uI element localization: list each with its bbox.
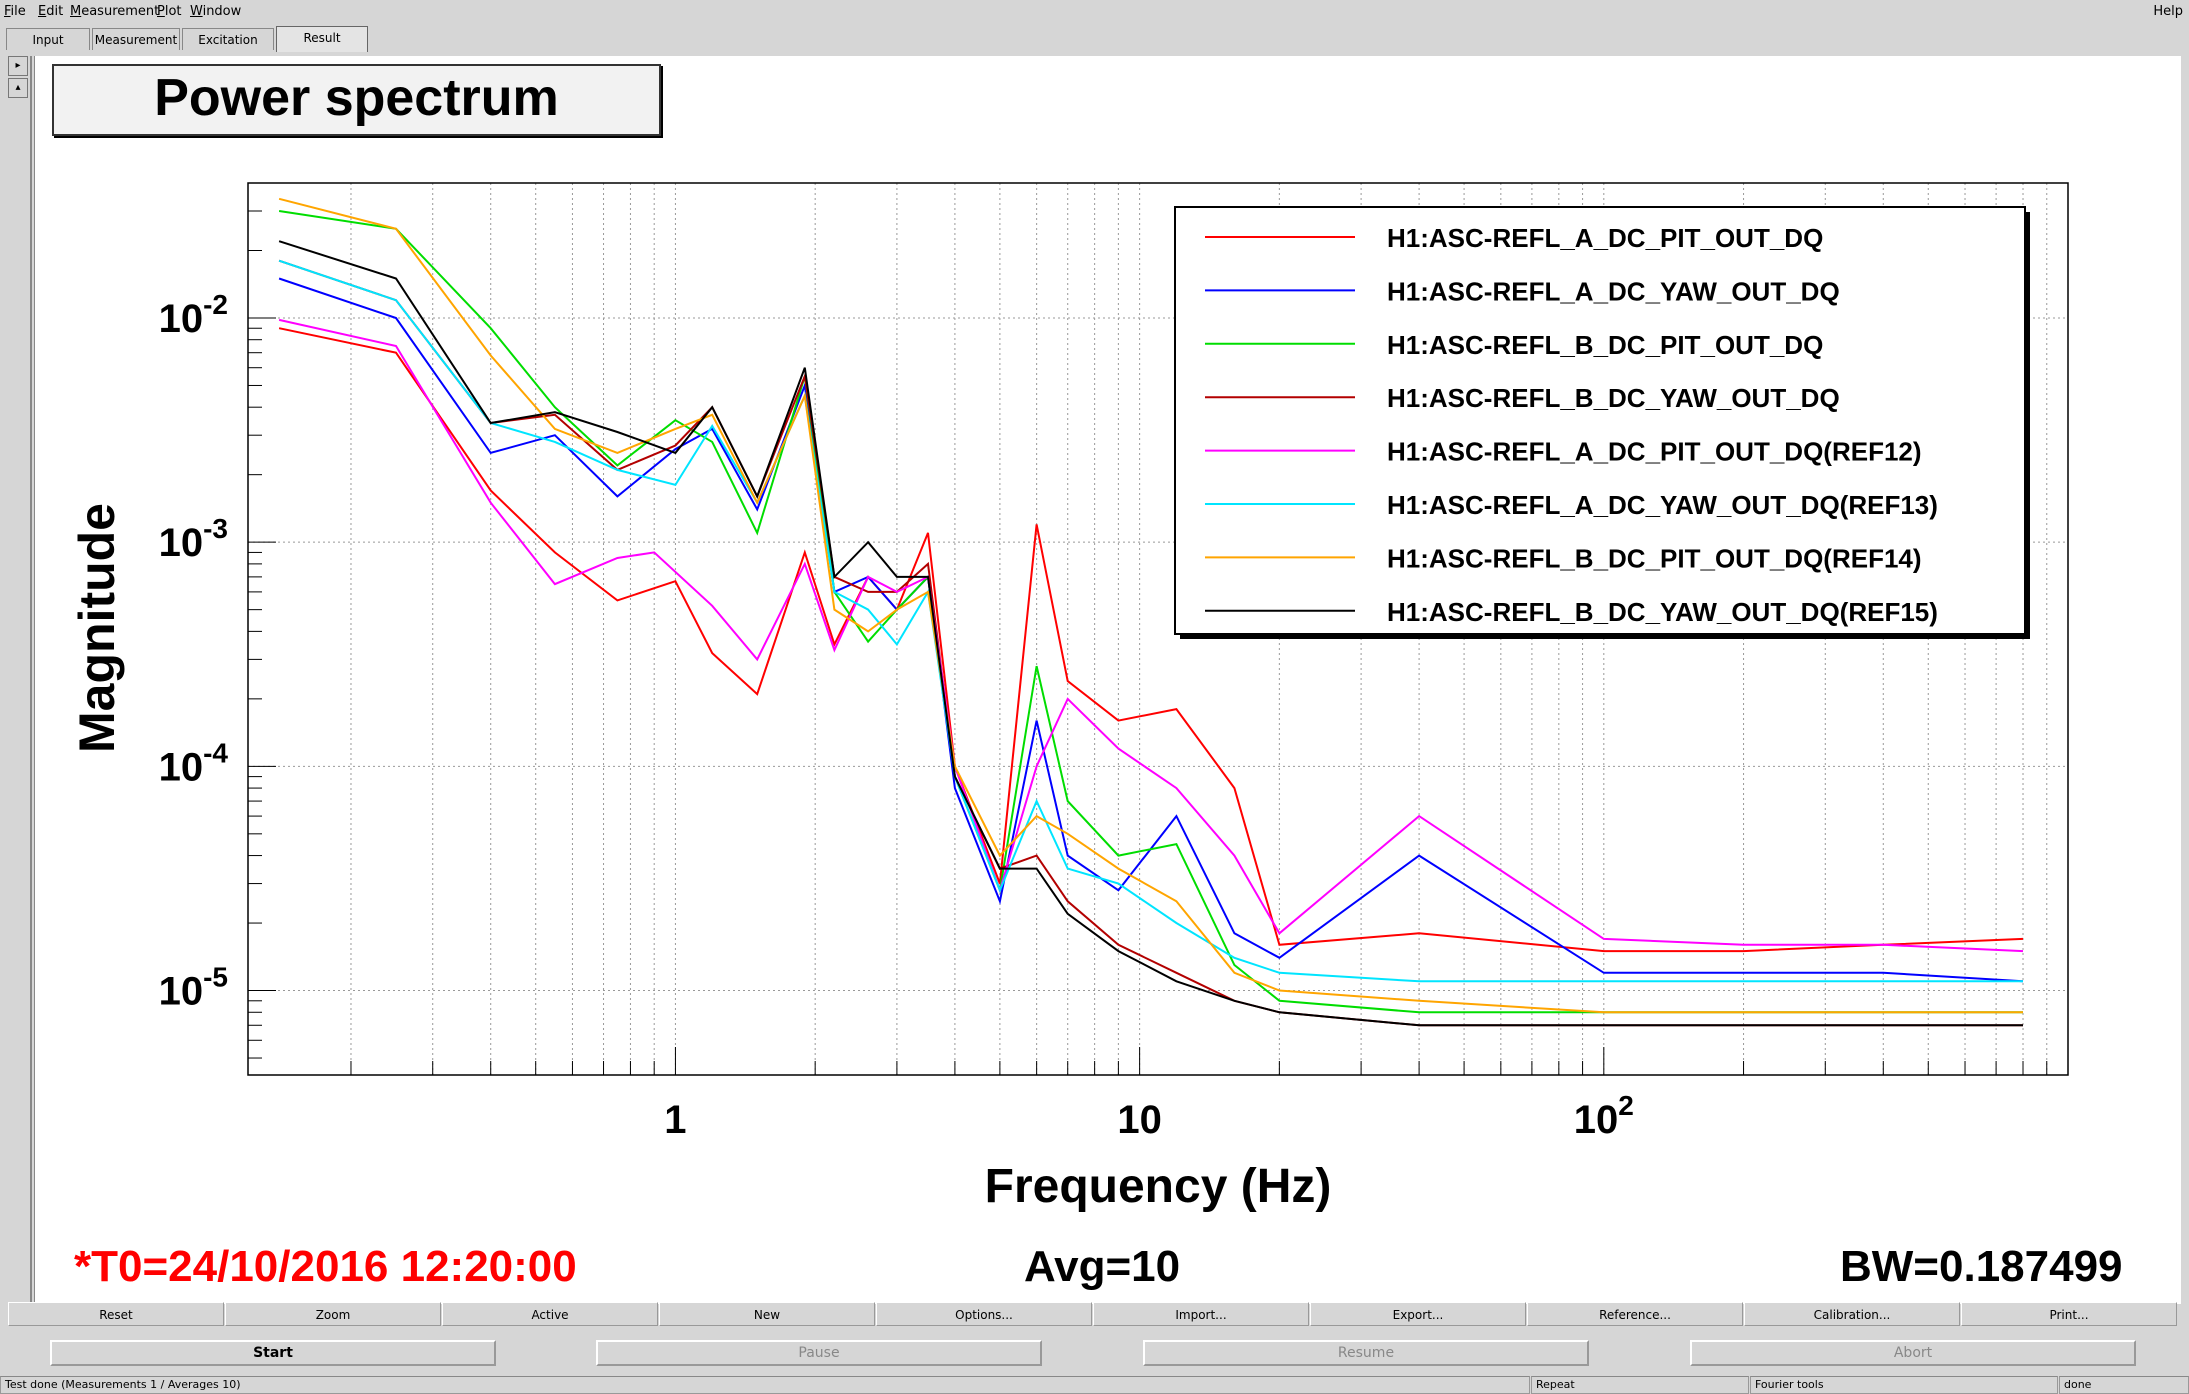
start-button[interactable]: Start [50,1340,496,1366]
zoom-button[interactable]: Zoom [225,1302,441,1326]
x-tick-label: 102 [1574,1090,1634,1142]
legend-label-2: H1:ASC-REFL_A_DC_YAW_OUT_DQ [1387,276,1840,306]
avg-label: Avg=10 [1024,1242,1181,1291]
measurement-control-row: Start Pause Resume Abort [0,1340,2189,1370]
bw-label: BW=0.187499 [1840,1242,2123,1291]
status-state: done [2059,1376,2189,1394]
status-message: Test done (Measurements 1 / Averages 10) [0,1376,1530,1394]
plot-button-row: Reset Zoom Active New Options... Import.… [8,1302,2180,1328]
x-axis-label: Frequency (Hz) [985,1160,1332,1213]
legend-label-6: H1:ASC-REFL_A_DC_YAW_OUT_DQ(REF13) [1387,490,1938,520]
options-button[interactable]: Options... [876,1302,1092,1326]
reset-button[interactable]: Reset [8,1302,224,1326]
print-button[interactable]: Print... [1961,1302,2177,1326]
export-button[interactable]: Export... [1310,1302,1526,1326]
status-mode: Repeat [1531,1376,1749,1394]
reference-button[interactable]: Reference... [1527,1302,1743,1326]
y-tick-label: 10-3 [159,513,228,565]
legend-label-8: H1:ASC-REFL_B_DC_YAW_OUT_DQ(REF15) [1387,597,1938,627]
y-tick-label: 10-4 [159,737,229,789]
pause-button[interactable]: Pause [596,1340,1042,1366]
legend-label-1: H1:ASC-REFL_A_DC_PIT_OUT_DQ [1387,223,1823,253]
abort-button[interactable]: Abort [1690,1340,2136,1366]
power-spectrum-chart[interactable]: 1 10 102 10-2 10-3 10-4 10-5 Frequency (Hz) Magn… [0,0,2189,1394]
active-button[interactable]: Active [442,1302,658,1326]
x-tick-label: 10 [1117,1098,1162,1142]
status-tools: Fourier tools [1750,1376,2058,1394]
import-button[interactable]: Import... [1093,1302,1309,1326]
y-tick-label: 10-5 [159,962,228,1014]
legend-label-5: H1:ASC-REFL_A_DC_PIT_OUT_DQ(REF12) [1387,437,1922,467]
calibration-button[interactable]: Calibration... [1744,1302,1960,1326]
legend-label-4: H1:ASC-REFL_B_DC_YAW_OUT_DQ [1387,383,1840,413]
y-tick-label: 10-2 [159,289,228,341]
statusbar: Test done (Measurements 1 / Averages 10)… [0,1376,2189,1394]
new-button[interactable]: New [659,1302,875,1326]
resume-button[interactable]: Resume [1143,1340,1589,1366]
y-axis-label: Magnitude [69,503,125,753]
legend-label-7: H1:ASC-REFL_B_DC_PIT_OUT_DQ(REF14) [1387,543,1922,573]
legend-label-3: H1:ASC-REFL_B_DC_PIT_OUT_DQ [1387,330,1823,360]
t0-label: *T0=24/10/2016 12:20:00 [74,1242,577,1291]
x-tick-label: 1 [664,1098,686,1142]
